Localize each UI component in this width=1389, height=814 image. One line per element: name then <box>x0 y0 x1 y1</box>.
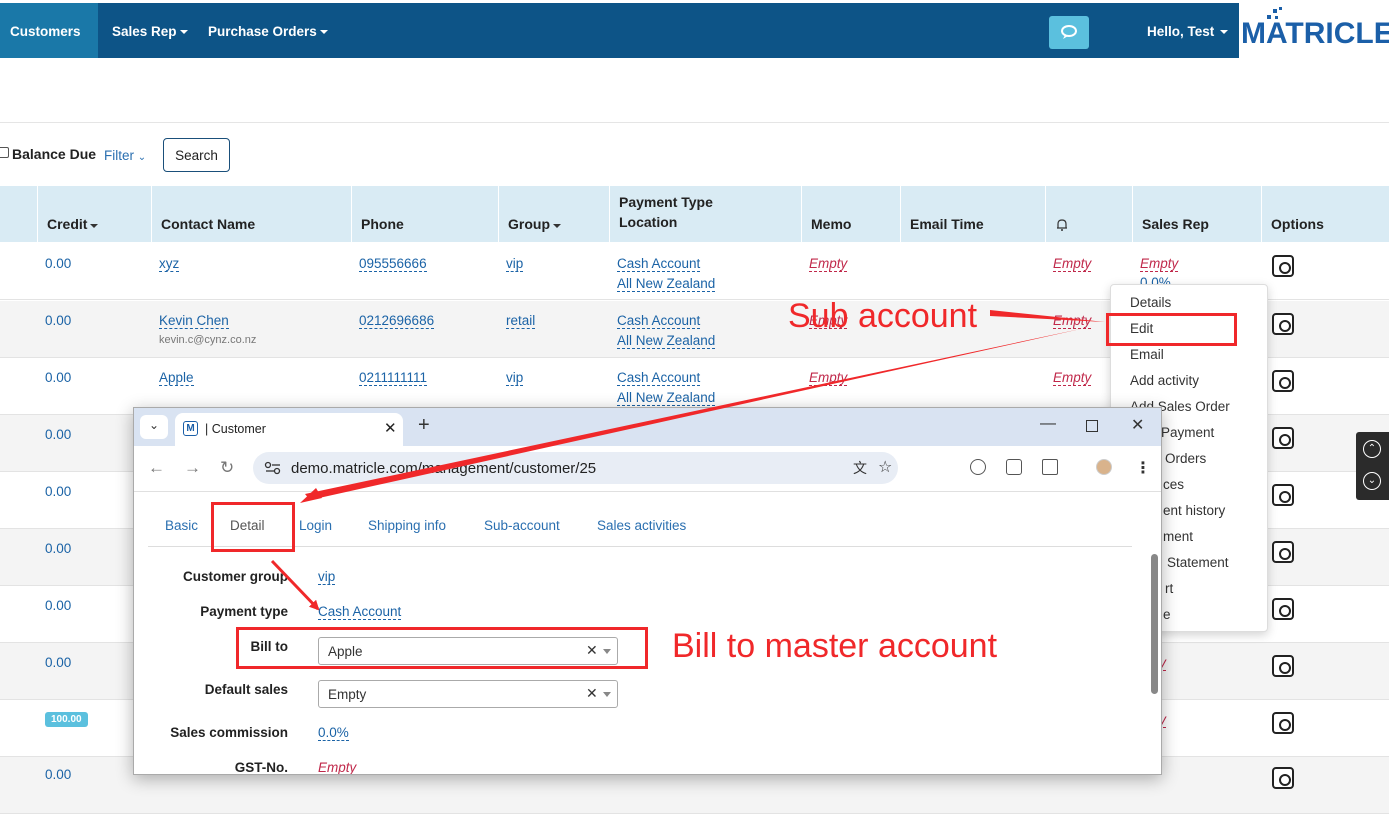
arrow-detail-to-payment <box>270 559 320 611</box>
arrow-edit-to-detail <box>305 328 1085 500</box>
annotation-arrows <box>270 310 1105 611</box>
arrow-sub-account <box>990 310 1105 322</box>
arrow-head-detail <box>300 488 322 503</box>
